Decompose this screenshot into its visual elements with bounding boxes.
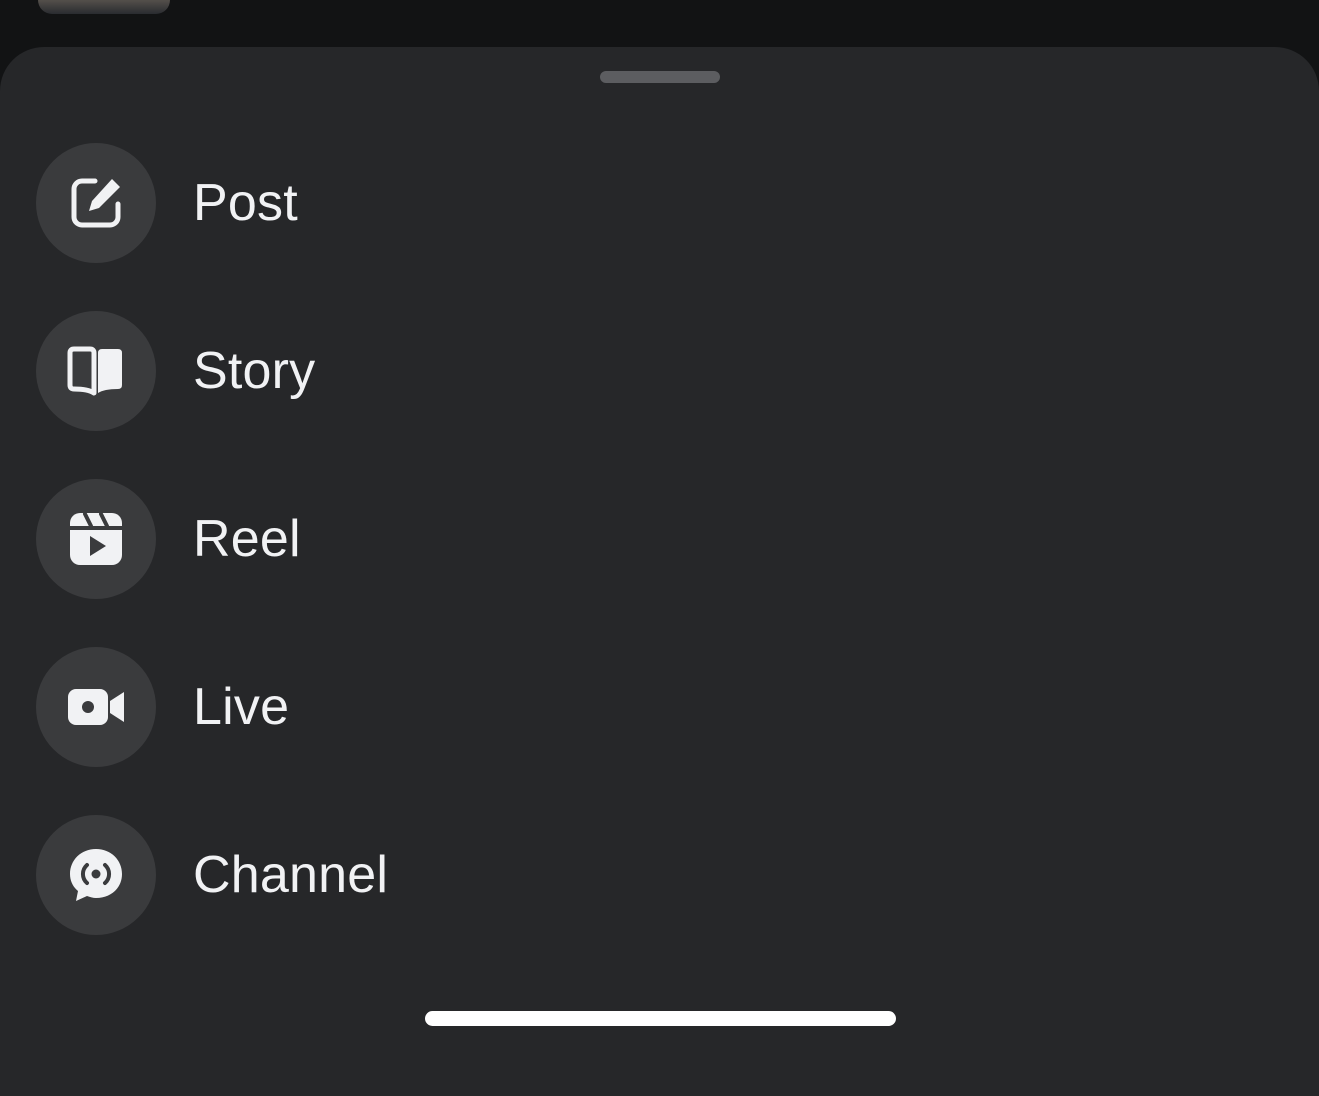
menu-item-label: Live	[193, 678, 290, 736]
home-indicator[interactable]	[425, 1011, 896, 1026]
story-icon-circle	[36, 311, 156, 431]
menu-item-label: Post	[193, 174, 298, 232]
menu-item-live[interactable]: Live	[0, 647, 1319, 815]
menu-item-label: Story	[193, 342, 316, 400]
menu-item-story[interactable]: Story	[0, 311, 1319, 479]
reel-icon	[66, 509, 126, 569]
open-book-icon	[66, 341, 126, 401]
create-menu: Post Story Reel Live Channel	[0, 143, 1319, 983]
sheet-grabber-handle[interactable]	[600, 71, 720, 83]
post-icon-circle	[36, 143, 156, 263]
menu-item-channel[interactable]: Channel	[0, 815, 1319, 983]
video-camera-icon	[66, 677, 126, 737]
menu-item-label: Reel	[193, 510, 301, 568]
channel-icon-circle	[36, 815, 156, 935]
broadcast-chat-icon	[66, 845, 126, 905]
menu-item-label: Channel	[193, 846, 389, 904]
live-icon-circle	[36, 647, 156, 767]
create-bottom-sheet: Post Story Reel Live Channel	[0, 47, 1319, 1096]
menu-item-reel[interactable]: Reel	[0, 479, 1319, 647]
menu-item-post[interactable]: Post	[0, 143, 1319, 311]
background-thumbnail	[38, 0, 170, 14]
reel-icon-circle	[36, 479, 156, 599]
edit-square-icon	[66, 173, 126, 233]
